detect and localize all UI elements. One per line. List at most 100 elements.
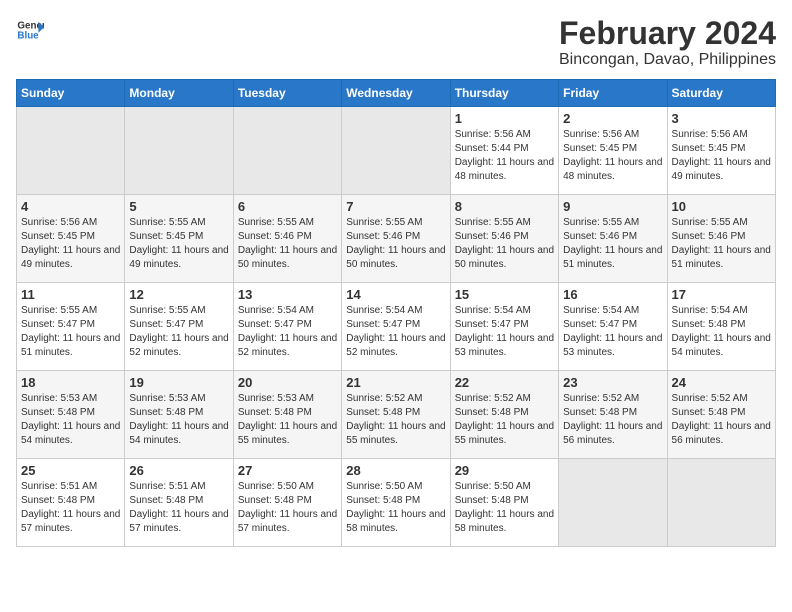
logo-icon: General Blue	[16, 16, 44, 44]
day-number: 25	[21, 463, 120, 478]
day-number: 3	[672, 111, 771, 126]
day-number: 22	[455, 375, 554, 390]
weekday-header: Wednesday	[342, 80, 450, 107]
calendar-cell: 12 Sunrise: 5:55 AMSunset: 5:47 PMDayligh…	[125, 283, 233, 371]
day-number: 1	[455, 111, 554, 126]
day-info: Sunrise: 5:51 AMSunset: 5:48 PMDaylight:…	[21, 480, 120, 536]
day-number: 23	[563, 375, 662, 390]
day-info: Sunrise: 5:55 AMSunset: 5:47 PMDaylight:…	[129, 304, 228, 360]
day-number: 26	[129, 463, 228, 478]
day-number: 5	[129, 199, 228, 214]
calendar-cell	[125, 107, 233, 195]
day-number: 17	[672, 287, 771, 302]
day-info: Sunrise: 5:54 AMSunset: 5:47 PMDaylight:…	[563, 304, 662, 360]
day-number: 28	[346, 463, 445, 478]
calendar-cell: 5 Sunrise: 5:55 AMSunset: 5:45 PMDaylight…	[125, 195, 233, 283]
day-info: Sunrise: 5:56 AMSunset: 5:44 PMDaylight:…	[455, 128, 554, 184]
day-info: Sunrise: 5:54 AMSunset: 5:47 PMDaylight:…	[455, 304, 554, 360]
day-number: 21	[346, 375, 445, 390]
calendar-cell: 16Sunrise: 5:54 AMSunset: 5:47 PMDayligh…	[559, 283, 667, 371]
calendar-cell: 11Sunrise: 5:55 AMSunset: 5:47 PMDayligh…	[17, 283, 125, 371]
day-number: 18	[21, 375, 120, 390]
day-number: 10	[672, 199, 771, 214]
day-number: 7	[346, 199, 445, 214]
day-info: Sunrise: 5:55 AMSunset: 5:45 PMDaylight:…	[129, 216, 228, 272]
day-number: 29	[455, 463, 554, 478]
calendar-cell: 26 Sunrise: 5:51 AMSunset: 5:48 PMDayligh…	[125, 459, 233, 547]
calendar-cell: 24 Sunrise: 5:52 AMSunset: 5:48 PMDayligh…	[667, 371, 775, 459]
calendar-cell: 17 Sunrise: 5:54 AMSunset: 5:48 PMDayligh…	[667, 283, 775, 371]
calendar-week-row: 18 Sunrise: 5:53 AMSunset: 5:48 PMDayligh…	[17, 371, 776, 459]
calendar-cell: 23 Sunrise: 5:52 AMSunset: 5:48 PMDayligh…	[559, 371, 667, 459]
day-info: Sunrise: 5:56 AMSunset: 5:45 PMDaylight:…	[672, 128, 771, 184]
calendar-cell: 8 Sunrise: 5:55 AMSunset: 5:46 PMDaylight…	[450, 195, 558, 283]
day-info: Sunrise: 5:51 AMSunset: 5:48 PMDaylight:…	[129, 480, 228, 536]
day-number: 20	[238, 375, 337, 390]
day-number: 13	[238, 287, 337, 302]
calendar-cell: 6 Sunrise: 5:55 AMSunset: 5:46 PMDaylight…	[233, 195, 341, 283]
day-number: 9	[563, 199, 662, 214]
calendar-cell	[17, 107, 125, 195]
day-number: 27	[238, 463, 337, 478]
day-number: 2	[563, 111, 662, 126]
day-info: Sunrise: 5:53 AMSunset: 5:48 PMDaylight:…	[21, 392, 120, 448]
calendar-table: SundayMondayTuesdayWednesdayThursdayFrid…	[16, 79, 776, 547]
calendar-cell: 19Sunrise: 5:53 AMSunset: 5:48 PMDayligh…	[125, 371, 233, 459]
calendar-cell: 21Sunrise: 5:52 AMSunset: 5:48 PMDayligh…	[342, 371, 450, 459]
weekday-header: Saturday	[667, 80, 775, 107]
weekday-header: Monday	[125, 80, 233, 107]
weekday-header: Tuesday	[233, 80, 341, 107]
day-number: 24	[672, 375, 771, 390]
day-info: Sunrise: 5:55 AMSunset: 5:46 PMDaylight:…	[563, 216, 662, 272]
weekday-header: Thursday	[450, 80, 558, 107]
calendar-cell: 18 Sunrise: 5:53 AMSunset: 5:48 PMDayligh…	[17, 371, 125, 459]
day-info: Sunrise: 5:54 AMSunset: 5:47 PMDaylight:…	[238, 304, 337, 360]
day-info: Sunrise: 5:50 AMSunset: 5:48 PMDaylight:…	[238, 480, 337, 536]
calendar-cell: 13 Sunrise: 5:54 AMSunset: 5:47 PMDayligh…	[233, 283, 341, 371]
calendar-cell: 28 Sunrise: 5:50 AMSunset: 5:48 PMDayligh…	[342, 459, 450, 547]
calendar-cell: 14 Sunrise: 5:54 AMSunset: 5:47 PMDayligh…	[342, 283, 450, 371]
day-info: Sunrise: 5:55 AMSunset: 5:46 PMDaylight:…	[346, 216, 445, 272]
svg-text:Blue: Blue	[17, 30, 39, 41]
day-number: 15	[455, 287, 554, 302]
calendar-cell: 9 Sunrise: 5:55 AMSunset: 5:46 PMDaylight…	[559, 195, 667, 283]
calendar-week-row: 11Sunrise: 5:55 AMSunset: 5:47 PMDayligh…	[17, 283, 776, 371]
day-info: Sunrise: 5:50 AMSunset: 5:48 PMDaylight:…	[455, 480, 554, 536]
day-number: 12	[129, 287, 228, 302]
logo: General Blue	[16, 16, 44, 44]
weekday-header: Sunday	[17, 80, 125, 107]
day-info: Sunrise: 5:54 AMSunset: 5:47 PMDaylight:…	[346, 304, 445, 360]
calendar-cell: 10 Sunrise: 5:55 AMSunset: 5:46 PMDayligh…	[667, 195, 775, 283]
title-area: February 2024 Bincongan, Davao, Philippi…	[559, 16, 776, 69]
day-info: Sunrise: 5:55 AMSunset: 5:46 PMDaylight:…	[672, 216, 771, 272]
day-number: 14	[346, 287, 445, 302]
day-number: 19	[129, 375, 228, 390]
calendar-header-row: SundayMondayTuesdayWednesdayThursdayFrid…	[17, 80, 776, 107]
day-info: Sunrise: 5:52 AMSunset: 5:48 PMDaylight:…	[672, 392, 771, 448]
day-info: Sunrise: 5:54 AMSunset: 5:48 PMDaylight:…	[672, 304, 771, 360]
calendar-cell: 15 Sunrise: 5:54 AMSunset: 5:47 PMDayligh…	[450, 283, 558, 371]
calendar-cell	[667, 459, 775, 547]
calendar-week-row: 25 Sunrise: 5:51 AMSunset: 5:48 PMDayligh…	[17, 459, 776, 547]
calendar-cell	[559, 459, 667, 547]
day-info: Sunrise: 5:50 AMSunset: 5:48 PMDaylight:…	[346, 480, 445, 536]
location-subtitle: Bincongan, Davao, Philippines	[559, 51, 776, 69]
day-number: 8	[455, 199, 554, 214]
page-header: General Blue February 2024 Bincongan, Da…	[16, 16, 776, 69]
calendar-cell	[342, 107, 450, 195]
day-info: Sunrise: 5:55 AMSunset: 5:46 PMDaylight:…	[238, 216, 337, 272]
calendar-cell: 27 Sunrise: 5:50 AMSunset: 5:48 PMDayligh…	[233, 459, 341, 547]
calendar-week-row: 1 Sunrise: 5:56 AMSunset: 5:44 PMDaylight…	[17, 107, 776, 195]
calendar-cell: 3 Sunrise: 5:56 AMSunset: 5:45 PMDaylight…	[667, 107, 775, 195]
calendar-week-row: 4Sunrise: 5:56 AMSunset: 5:45 PMDaylight…	[17, 195, 776, 283]
day-info: Sunrise: 5:52 AMSunset: 5:48 PMDaylight:…	[563, 392, 662, 448]
day-info: Sunrise: 5:55 AMSunset: 5:46 PMDaylight:…	[455, 216, 554, 272]
day-number: 6	[238, 199, 337, 214]
day-info: Sunrise: 5:52 AMSunset: 5:48 PMDaylight:…	[455, 392, 554, 448]
calendar-cell: 7 Sunrise: 5:55 AMSunset: 5:46 PMDaylight…	[342, 195, 450, 283]
day-number: 4	[21, 199, 120, 214]
day-info: Sunrise: 5:53 AMSunset: 5:48 PMDaylight:…	[238, 392, 337, 448]
month-year-title: February 2024	[559, 16, 776, 51]
day-info: Sunrise: 5:56 AMSunset: 5:45 PMDaylight:…	[563, 128, 662, 184]
calendar-cell: 22 Sunrise: 5:52 AMSunset: 5:48 PMDayligh…	[450, 371, 558, 459]
